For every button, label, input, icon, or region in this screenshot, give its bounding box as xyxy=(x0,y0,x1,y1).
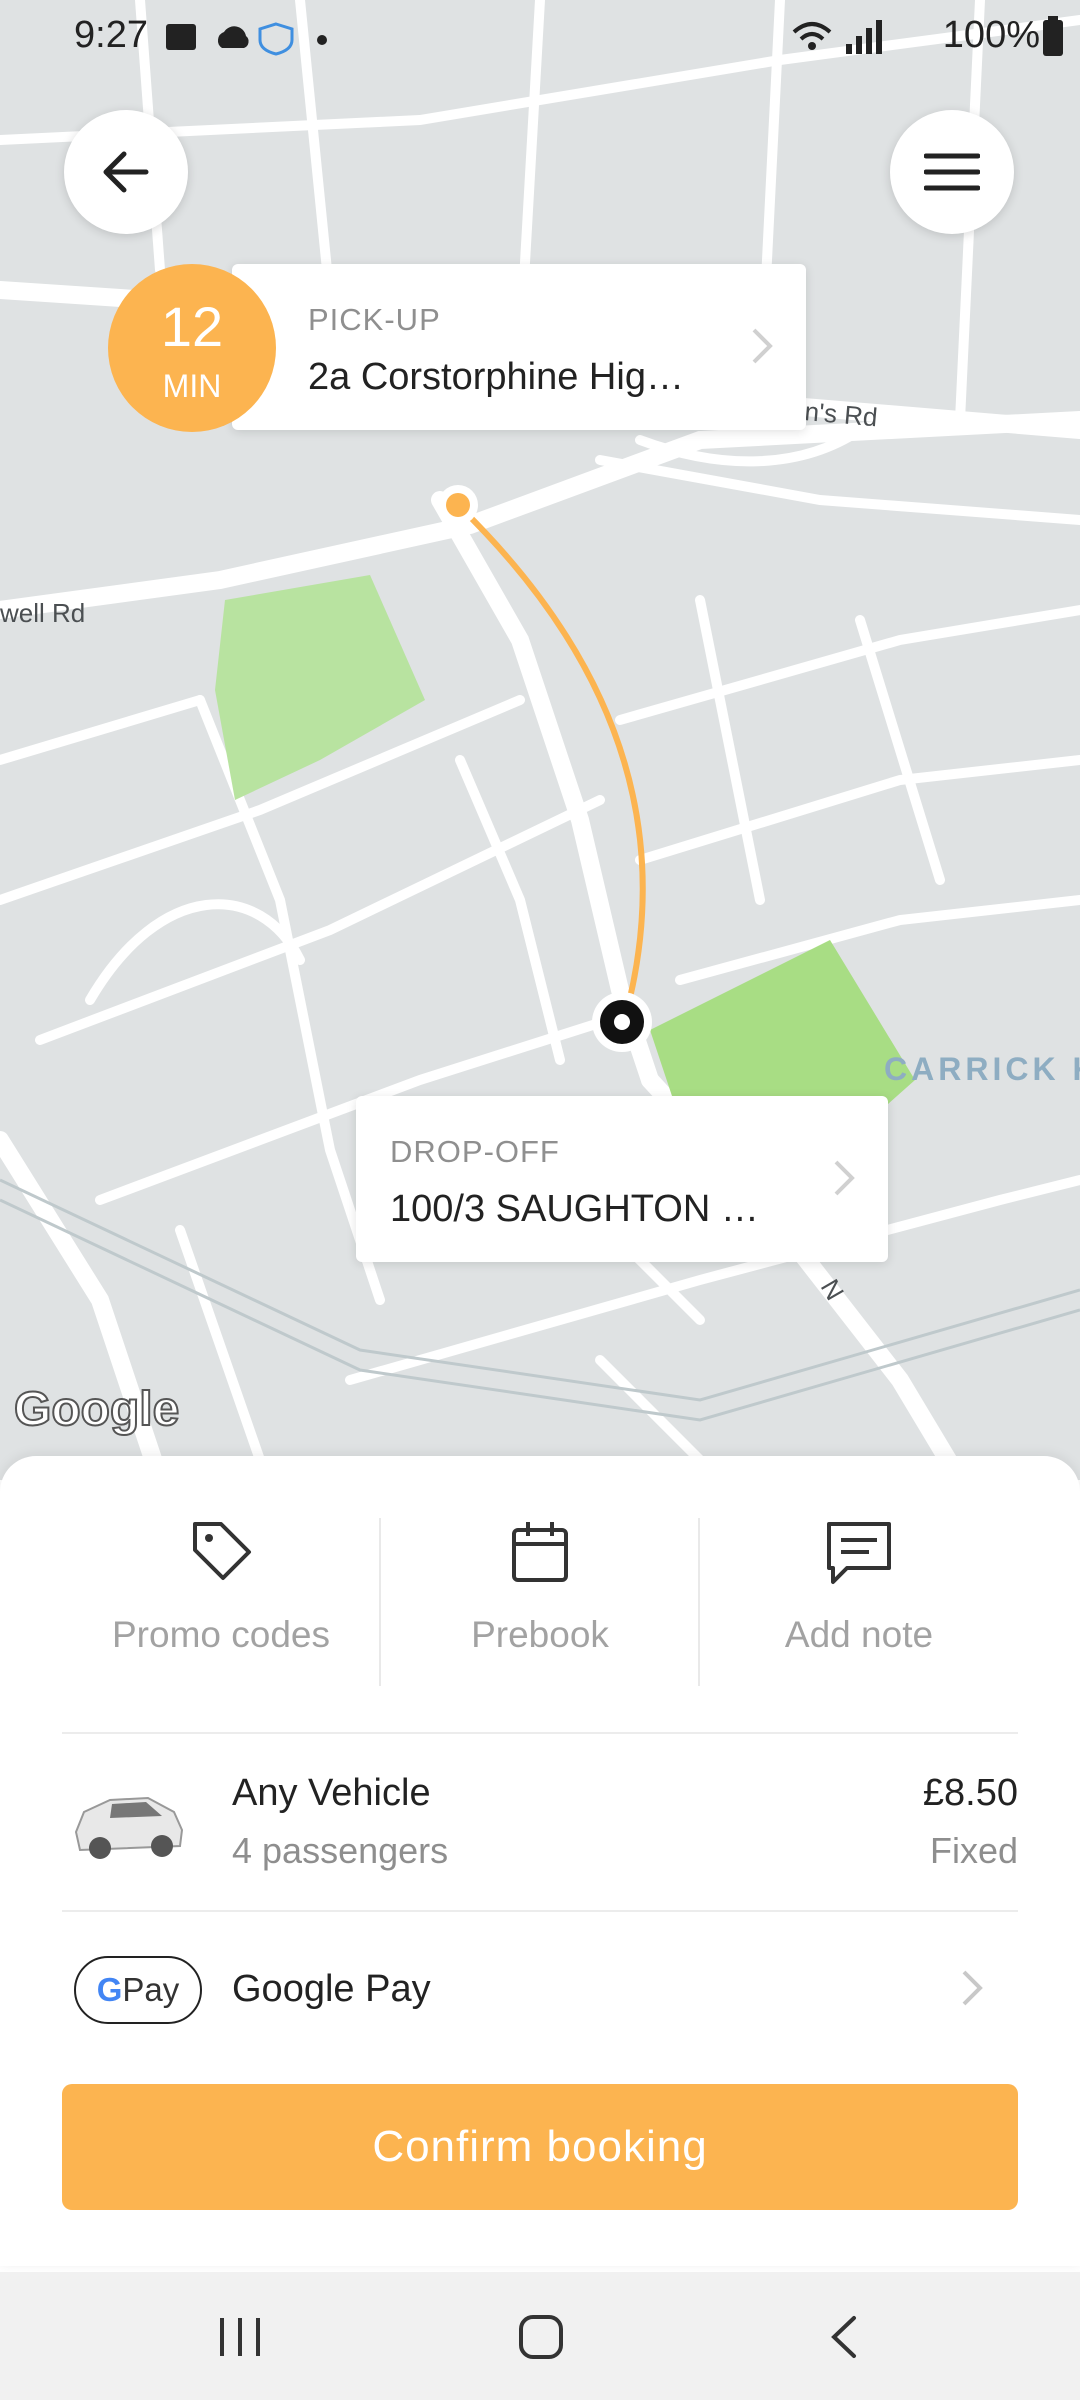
confirm-booking-button[interactable]: Confirm booking xyxy=(62,2084,1018,2210)
message-icon xyxy=(827,1522,891,1584)
menu-button[interactable] xyxy=(890,110,1014,234)
price-type: Fixed xyxy=(929,1830,1018,1871)
pickup-address: 2a Corstorphine Hig… xyxy=(308,356,684,398)
eta-badge: 12 MIN xyxy=(108,264,276,432)
shield-icon xyxy=(258,22,294,56)
price: £8.50 xyxy=(922,1772,1018,1814)
hamburger-icon xyxy=(924,153,980,191)
pickup-marker xyxy=(438,485,478,525)
payment-method: Google Pay xyxy=(232,1968,431,2010)
chevron-right-icon xyxy=(962,1970,983,2006)
battery-level: 100% xyxy=(942,14,1040,56)
add-note-label: Add note xyxy=(784,1614,934,1655)
vehicle-name: Any Vehicle xyxy=(232,1772,431,1814)
dropoff-card[interactable]: DROP-OFF 100/3 SAUGHTON … xyxy=(356,1096,888,1262)
dropoff-marker xyxy=(592,992,652,1052)
tag-icon xyxy=(193,1522,251,1580)
chevron-right-icon xyxy=(752,328,773,364)
promo-codes-label: Promo codes xyxy=(112,1614,330,1655)
cloud-icon xyxy=(217,26,249,48)
battery-icon xyxy=(1043,16,1063,56)
back-button[interactable] xyxy=(64,110,188,234)
road-label: well Rd xyxy=(0,598,85,628)
promo-codes-button[interactable]: Promo codes xyxy=(61,1514,381,1684)
add-note-button[interactable]: Add note xyxy=(699,1514,1019,1684)
arrow-left-icon xyxy=(103,151,149,193)
vehicle-row[interactable]: Any Vehicle 4 passengers £8.50 Fixed xyxy=(0,1734,1080,1910)
prebook-label: Prebook xyxy=(471,1614,609,1655)
status-bar: 9:27 100% xyxy=(0,0,1080,80)
back-nav-icon[interactable] xyxy=(826,2314,860,2360)
google-pay-badge-text: Pay xyxy=(122,1971,180,2008)
google-logo: Google xyxy=(14,1383,179,1436)
google-pay-badge: GPay xyxy=(74,1956,202,2024)
wifi-icon xyxy=(792,22,832,34)
eta-unit: MIN xyxy=(162,368,222,404)
cell-signal-icon xyxy=(846,44,852,54)
recent-apps-icon[interactable] xyxy=(218,2316,262,2358)
road-label: n's Rd xyxy=(803,396,878,432)
chevron-right-icon xyxy=(834,1160,855,1196)
signal-icons xyxy=(792,20,882,54)
dropoff-address: 100/3 SAUGHTON … xyxy=(390,1188,759,1230)
car-icon xyxy=(74,1796,184,1859)
google-g-logo: G xyxy=(96,1971,123,2008)
area-label: CARRICK K xyxy=(884,1051,1080,1087)
pickup-card[interactable]: PICK-UP 2a Corstorphine Hig… xyxy=(232,264,806,430)
image-icon xyxy=(166,24,196,50)
notification-icons xyxy=(166,22,327,56)
dot-icon xyxy=(317,35,327,45)
status-time: 9:27 xyxy=(74,14,148,56)
pickup-label: PICK-UP xyxy=(308,302,441,337)
vehicle-passengers: 4 passengers xyxy=(232,1830,449,1871)
eta-value: 12 xyxy=(160,295,224,358)
home-icon[interactable] xyxy=(518,2314,564,2360)
system-nav-bar xyxy=(0,2272,1080,2400)
dropoff-label: DROP-OFF xyxy=(390,1134,560,1169)
calendar-icon xyxy=(512,1522,568,1582)
prebook-button[interactable]: Prebook xyxy=(380,1514,700,1684)
